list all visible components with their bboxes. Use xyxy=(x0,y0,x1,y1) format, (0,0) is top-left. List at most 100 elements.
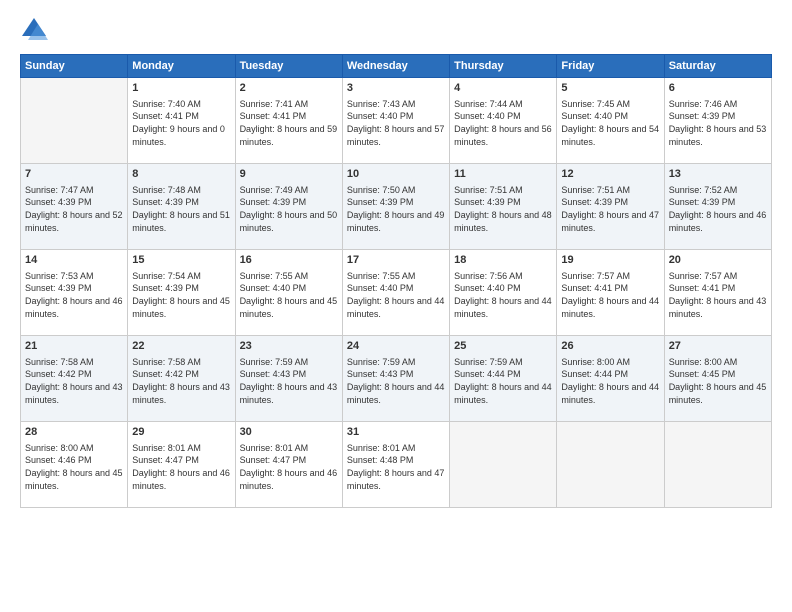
calendar-cell: 5 Sunrise: 7:45 AMSunset: 4:40 PMDaylight… xyxy=(557,78,664,164)
day-number: 22 xyxy=(132,339,230,354)
calendar-cell: 19 Sunrise: 7:57 AMSunset: 4:41 PMDayligh… xyxy=(557,250,664,336)
day-number: 6 xyxy=(669,81,767,96)
day-number: 23 xyxy=(240,339,338,354)
day-number: 4 xyxy=(454,81,552,96)
logo-icon xyxy=(20,16,48,44)
day-number: 13 xyxy=(669,167,767,182)
day-info: Sunrise: 7:50 AMSunset: 4:39 PMDaylight:… xyxy=(347,184,445,234)
calendar-cell xyxy=(557,422,664,508)
day-number: 8 xyxy=(132,167,230,182)
weekday-header-thursday: Thursday xyxy=(450,55,557,78)
page: SundayMondayTuesdayWednesdayThursdayFrid… xyxy=(0,0,792,612)
calendar-cell: 8 Sunrise: 7:48 AMSunset: 4:39 PMDaylight… xyxy=(128,164,235,250)
week-row-4: 21 Sunrise: 7:58 AMSunset: 4:42 PMDayligh… xyxy=(21,336,772,422)
day-info: Sunrise: 7:49 AMSunset: 4:39 PMDaylight:… xyxy=(240,184,338,234)
calendar-cell: 21 Sunrise: 7:58 AMSunset: 4:42 PMDayligh… xyxy=(21,336,128,422)
day-number: 2 xyxy=(240,81,338,96)
day-number: 31 xyxy=(347,425,445,440)
calendar-cell: 11 Sunrise: 7:51 AMSunset: 4:39 PMDayligh… xyxy=(450,164,557,250)
day-info: Sunrise: 7:59 AMSunset: 4:44 PMDaylight:… xyxy=(454,356,552,406)
calendar-cell: 4 Sunrise: 7:44 AMSunset: 4:40 PMDaylight… xyxy=(450,78,557,164)
calendar-cell: 23 Sunrise: 7:59 AMSunset: 4:43 PMDayligh… xyxy=(235,336,342,422)
day-number: 3 xyxy=(347,81,445,96)
day-number: 11 xyxy=(454,167,552,182)
day-number: 21 xyxy=(25,339,123,354)
logo xyxy=(20,16,52,44)
day-info: Sunrise: 7:51 AMSunset: 4:39 PMDaylight:… xyxy=(561,184,659,234)
calendar-cell: 28 Sunrise: 8:00 AMSunset: 4:46 PMDayligh… xyxy=(21,422,128,508)
weekday-header-monday: Monday xyxy=(128,55,235,78)
weekday-header-wednesday: Wednesday xyxy=(342,55,449,78)
calendar-cell: 9 Sunrise: 7:49 AMSunset: 4:39 PMDaylight… xyxy=(235,164,342,250)
day-info: Sunrise: 7:47 AMSunset: 4:39 PMDaylight:… xyxy=(25,184,123,234)
day-number: 19 xyxy=(561,253,659,268)
day-number: 14 xyxy=(25,253,123,268)
weekday-header-sunday: Sunday xyxy=(21,55,128,78)
day-number: 30 xyxy=(240,425,338,440)
calendar-cell: 16Sunrise: 7:55 AMSunset: 4:40 PMDayligh… xyxy=(235,250,342,336)
calendar-cell xyxy=(21,78,128,164)
day-info: Sunrise: 7:54 AMSunset: 4:39 PMDaylight:… xyxy=(132,270,230,320)
day-number: 24 xyxy=(347,339,445,354)
calendar-cell: 15 Sunrise: 7:54 AMSunset: 4:39 PMDayligh… xyxy=(128,250,235,336)
day-info: Sunrise: 7:58 AMSunset: 4:42 PMDaylight:… xyxy=(25,356,123,406)
day-number: 26 xyxy=(561,339,659,354)
weekday-header-tuesday: Tuesday xyxy=(235,55,342,78)
weekday-header-saturday: Saturday xyxy=(664,55,771,78)
calendar-cell: 20 Sunrise: 7:57 AMSunset: 4:41 PMDayligh… xyxy=(664,250,771,336)
calendar-cell: 10Sunrise: 7:50 AMSunset: 4:39 PMDayligh… xyxy=(342,164,449,250)
day-number: 20 xyxy=(669,253,767,268)
calendar-cell: 6 Sunrise: 7:46 AMSunset: 4:39 PMDaylight… xyxy=(664,78,771,164)
day-info: Sunrise: 7:53 AMSunset: 4:39 PMDaylight:… xyxy=(25,270,123,320)
day-info: Sunrise: 7:59 AMSunset: 4:43 PMDaylight:… xyxy=(347,356,445,406)
calendar-cell: 3 Sunrise: 7:43 AMSunset: 4:40 PMDaylight… xyxy=(342,78,449,164)
calendar-cell: 13 Sunrise: 7:52 AMSunset: 4:39 PMDayligh… xyxy=(664,164,771,250)
calendar-cell: 18 Sunrise: 7:56 AMSunset: 4:40 PMDayligh… xyxy=(450,250,557,336)
day-info: Sunrise: 7:43 AMSunset: 4:40 PMDaylight:… xyxy=(347,98,445,148)
calendar-cell: 1 Sunrise: 7:40 AMSunset: 4:41 PMDaylight… xyxy=(128,78,235,164)
day-info: Sunrise: 7:55 AMSunset: 4:40 PMDaylight:… xyxy=(240,270,338,320)
day-number: 1 xyxy=(132,81,230,96)
header xyxy=(20,16,772,44)
day-info: Sunrise: 7:41 AMSunset: 4:41 PMDaylight:… xyxy=(240,98,338,148)
day-number: 9 xyxy=(240,167,338,182)
day-number: 5 xyxy=(561,81,659,96)
day-info: Sunrise: 8:01 AMSunset: 4:48 PMDaylight:… xyxy=(347,442,445,492)
calendar-cell: 7Sunrise: 7:47 AMSunset: 4:39 PMDaylight… xyxy=(21,164,128,250)
day-info: Sunrise: 7:48 AMSunset: 4:39 PMDaylight:… xyxy=(132,184,230,234)
weekday-header-row: SundayMondayTuesdayWednesdayThursdayFrid… xyxy=(21,55,772,78)
day-info: Sunrise: 7:51 AMSunset: 4:39 PMDaylight:… xyxy=(454,184,552,234)
calendar-cell: 27 Sunrise: 8:00 AMSunset: 4:45 PMDayligh… xyxy=(664,336,771,422)
calendar-cell xyxy=(664,422,771,508)
calendar-cell: 12 Sunrise: 7:51 AMSunset: 4:39 PMDayligh… xyxy=(557,164,664,250)
day-number: 12 xyxy=(561,167,659,182)
day-info: Sunrise: 7:57 AMSunset: 4:41 PMDaylight:… xyxy=(561,270,659,320)
week-row-1: 1 Sunrise: 7:40 AMSunset: 4:41 PMDaylight… xyxy=(21,78,772,164)
day-info: Sunrise: 7:58 AMSunset: 4:42 PMDaylight:… xyxy=(132,356,230,406)
day-info: Sunrise: 8:00 AMSunset: 4:45 PMDaylight:… xyxy=(669,356,767,406)
day-number: 15 xyxy=(132,253,230,268)
day-number: 28 xyxy=(25,425,123,440)
day-info: Sunrise: 7:57 AMSunset: 4:41 PMDaylight:… xyxy=(669,270,767,320)
calendar-cell xyxy=(450,422,557,508)
calendar-cell: 2 Sunrise: 7:41 AMSunset: 4:41 PMDaylight… xyxy=(235,78,342,164)
day-info: Sunrise: 7:59 AMSunset: 4:43 PMDaylight:… xyxy=(240,356,338,406)
day-number: 18 xyxy=(454,253,552,268)
day-info: Sunrise: 7:56 AMSunset: 4:40 PMDaylight:… xyxy=(454,270,552,320)
day-info: Sunrise: 7:44 AMSunset: 4:40 PMDaylight:… xyxy=(454,98,552,148)
calendar-cell: 14 Sunrise: 7:53 AMSunset: 4:39 PMDayligh… xyxy=(21,250,128,336)
day-info: Sunrise: 8:01 AMSunset: 4:47 PMDaylight:… xyxy=(132,442,230,492)
day-number: 27 xyxy=(669,339,767,354)
day-info: Sunrise: 7:46 AMSunset: 4:39 PMDaylight:… xyxy=(669,98,767,148)
day-info: Sunrise: 7:45 AMSunset: 4:40 PMDaylight:… xyxy=(561,98,659,148)
calendar-cell: 30Sunrise: 8:01 AMSunset: 4:47 PMDayligh… xyxy=(235,422,342,508)
day-number: 17 xyxy=(347,253,445,268)
day-info: Sunrise: 7:52 AMSunset: 4:39 PMDaylight:… xyxy=(669,184,767,234)
calendar-table: SundayMondayTuesdayWednesdayThursdayFrid… xyxy=(20,54,772,508)
calendar-cell: 31 Sunrise: 8:01 AMSunset: 4:48 PMDayligh… xyxy=(342,422,449,508)
week-row-3: 14 Sunrise: 7:53 AMSunset: 4:39 PMDayligh… xyxy=(21,250,772,336)
day-info: Sunrise: 8:00 AMSunset: 4:46 PMDaylight:… xyxy=(25,442,123,492)
day-info: Sunrise: 7:40 AMSunset: 4:41 PMDaylight:… xyxy=(132,98,230,148)
day-info: Sunrise: 7:55 AMSunset: 4:40 PMDaylight:… xyxy=(347,270,445,320)
day-number: 29 xyxy=(132,425,230,440)
